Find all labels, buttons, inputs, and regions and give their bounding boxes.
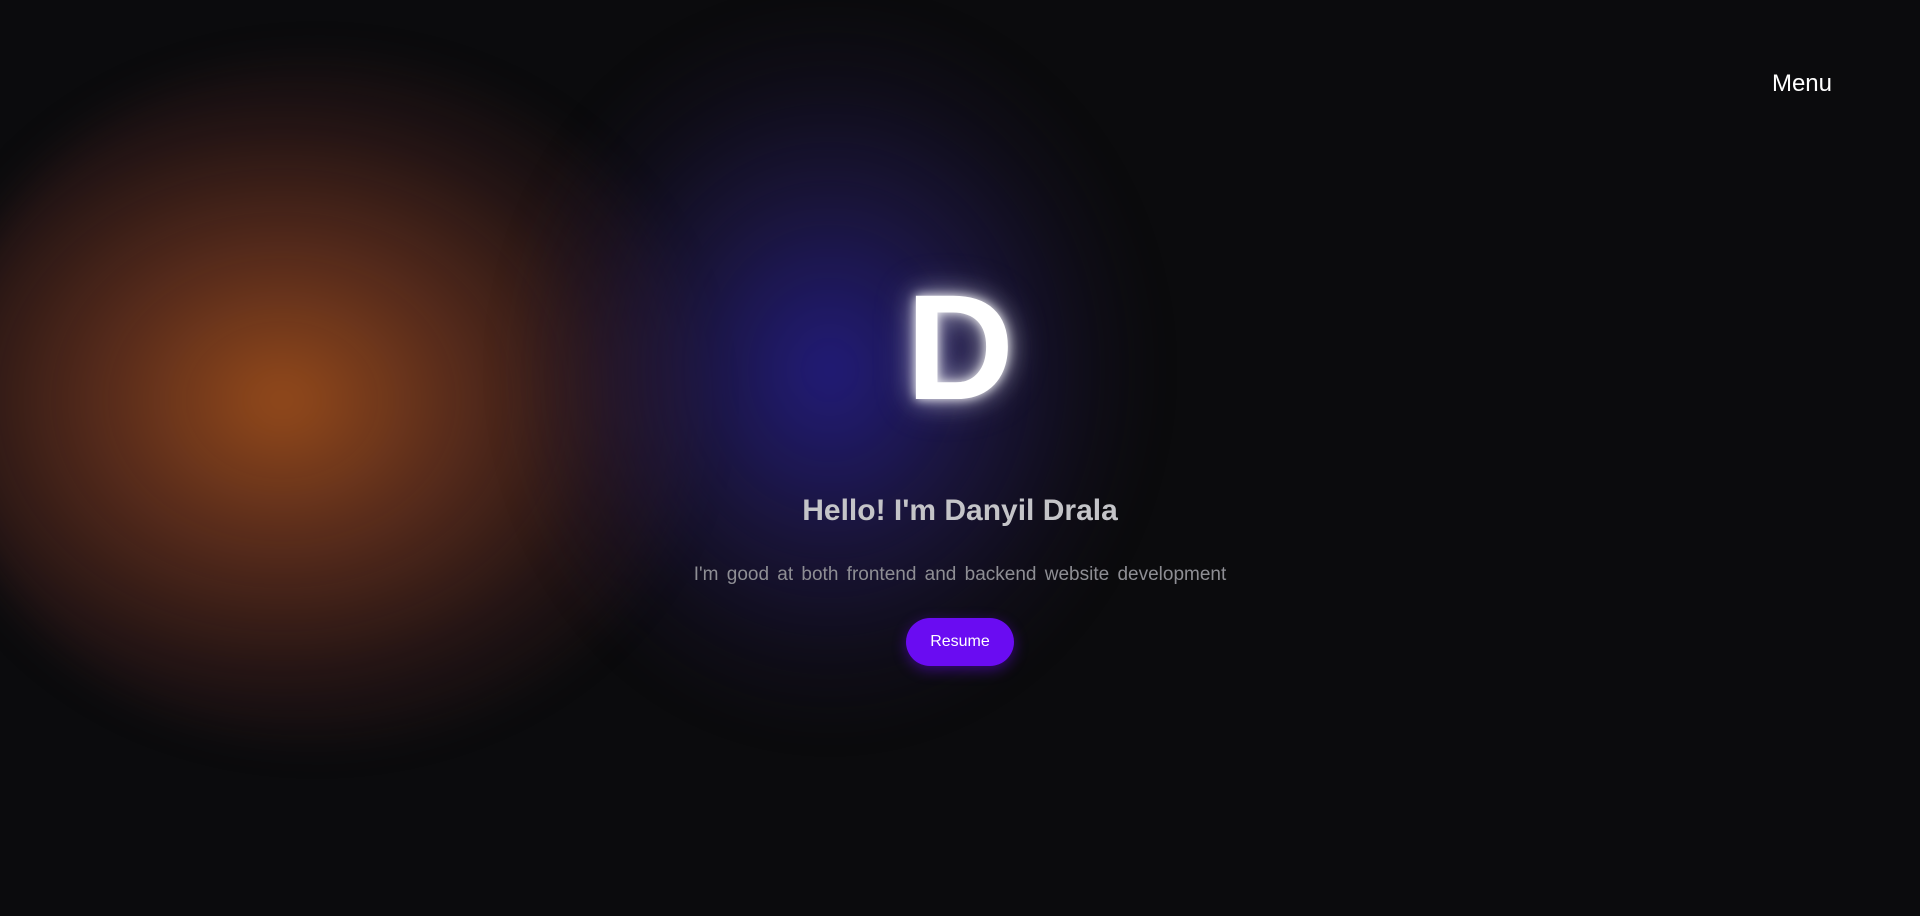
hero-greeting: Hello! I'm Danyil Drala bbox=[802, 494, 1118, 527]
resume-button[interactable]: Resume bbox=[906, 618, 1014, 666]
menu-button[interactable]: Menu bbox=[1772, 70, 1832, 98]
logo-letter: D bbox=[905, 263, 1015, 431]
landing-page: Menu D Hello! I'm Danyil Drala I'm good … bbox=[0, 0, 1920, 916]
hero-tagline: I'm good at both frontend and backend we… bbox=[693, 564, 1227, 585]
